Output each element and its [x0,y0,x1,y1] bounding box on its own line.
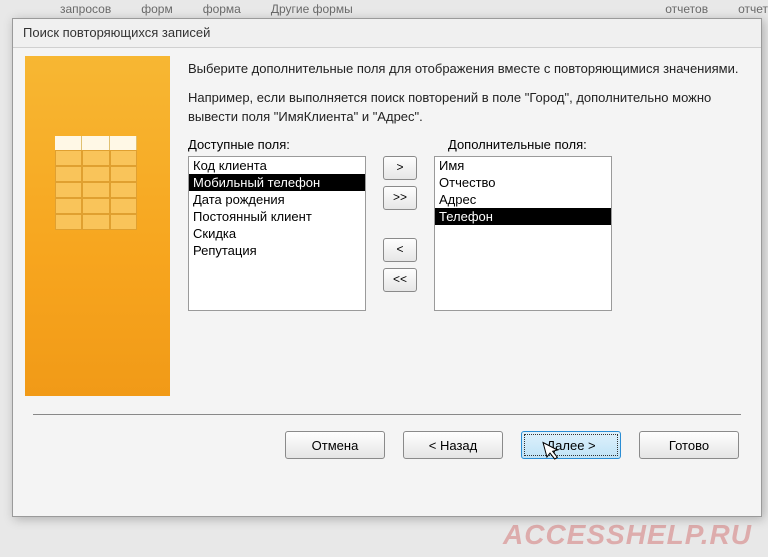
list-item[interactable]: Постоянный клиент [189,208,365,225]
list-item[interactable]: Скидка [189,225,365,242]
list-item[interactable]: Телефон [435,208,611,225]
remove-all-button[interactable]: << [383,268,417,292]
back-button[interactable]: < Назад [403,431,503,459]
add-button[interactable]: > [383,156,417,180]
list-item[interactable]: Имя [435,157,611,174]
selected-fields-label: Дополнительные поля: [448,137,587,152]
list-item[interactable]: Адрес [435,191,611,208]
list-item[interactable]: Дата рождения [189,191,365,208]
wizard-dialog: Поиск повторяющихся записей Выберите доп… [12,18,762,517]
intro-text-1: Выберите дополнительные поля для отображ… [188,60,743,79]
list-item[interactable]: Отчество [435,174,611,191]
selected-fields-listbox[interactable]: ИмяОтчествоАдресТелефон [434,156,612,311]
available-fields-label: Доступные поля: [188,137,378,152]
cancel-button[interactable]: Отмена [285,431,385,459]
next-button[interactable]: Далее > [521,431,621,459]
list-item[interactable]: Код клиента [189,157,365,174]
background-ribbon: запросов форм форма Другие формы отчетов… [0,2,768,16]
dialog-title: Поиск повторяющихся записей [13,19,761,48]
list-item[interactable]: Мобильный телефон [189,174,365,191]
list-item[interactable]: Репутация [189,242,365,259]
watermark-text: ACCESSHELP.RU [503,519,752,551]
remove-button[interactable]: < [383,238,417,262]
finish-button[interactable]: Готово [639,431,739,459]
add-all-button[interactable]: >> [383,186,417,210]
intro-text-2: Например, если выполняется поиск повторе… [188,89,743,127]
wizard-illustration [25,56,170,396]
available-fields-listbox[interactable]: Код клиентаМобильный телефонДата рождени… [188,156,366,311]
